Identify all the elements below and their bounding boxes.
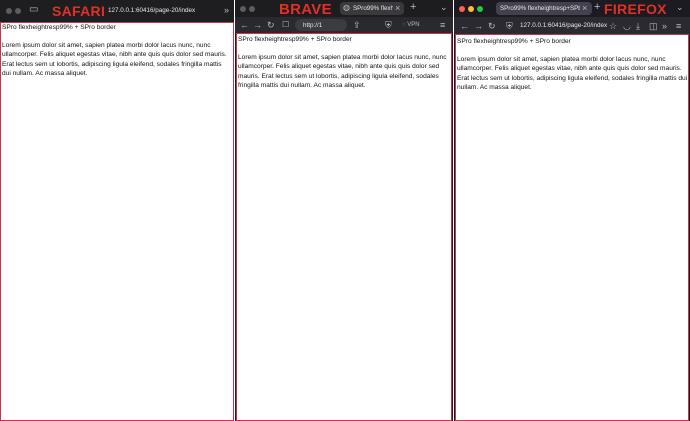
forward-icon[interactable]: → xyxy=(474,21,483,31)
tab-favicon-icon: ◍ xyxy=(343,3,350,12)
traffic-light-zoom[interactable] xyxy=(477,6,483,12)
traffic-light-close[interactable] xyxy=(459,6,465,12)
brave-tab-active[interactable]: ◍ SPro99% flexh × xyxy=(340,2,404,15)
tab-list-chevron-icon[interactable]: ⌄ xyxy=(676,2,684,12)
brave-toolbar: ← → ↻ ☐ http://1 ⇪ ⛨ ◌ VPN ≡ xyxy=(235,17,453,33)
page-paragraph: Lorem ipsum dolor sit amet, sapien plate… xyxy=(2,42,227,78)
brave-window: ◍ SPro99% flexh × + ⌄ BRAVE ← → ↻ ☐ http… xyxy=(235,0,453,421)
pocket-icon[interactable]: ◡ xyxy=(623,21,631,31)
traffic-light-close[interactable] xyxy=(6,8,12,14)
menu-icon[interactable]: ≡ xyxy=(440,20,445,30)
vpn-button[interactable]: ◌ VPN xyxy=(402,20,420,30)
reload-icon[interactable]: ↻ xyxy=(488,21,496,31)
firefox-viewport: SPro flexheightresp99% + SPro border Lor… xyxy=(455,34,689,421)
brave-tabbar: ◍ SPro99% flexh × + ⌄ xyxy=(235,0,453,17)
bookmark-icon[interactable]: ☐ xyxy=(282,20,289,30)
safari-window: ▭ SAFARI 127.0.0.1:60416/page-20/index »… xyxy=(0,0,234,421)
page-heading: SPro flexheightresp99% + SPro border xyxy=(238,36,352,43)
firefox-tabbar: SPro99% flexheightresp+SPborder × + FIRE… xyxy=(454,0,690,17)
downloads-icon[interactable]: ⤓ xyxy=(636,21,640,31)
extensions-icon[interactable]: ◫ xyxy=(649,21,658,31)
firefox-toolbar: ← → ↻ ⛨ 127.0.0.1:60416/page-20/index ☆ … xyxy=(454,17,690,34)
share-icon[interactable]: ⇪ xyxy=(353,20,361,30)
bookmark-star-icon[interactable]: ☆ xyxy=(609,21,617,31)
tab-list-chevron-icon[interactable]: ⌄ xyxy=(440,2,448,12)
safari-toolbar: ▭ SAFARI 127.0.0.1:60416/page-20/index » xyxy=(0,0,234,22)
brave-url-text: http://1 xyxy=(303,22,323,29)
page-heading: SPro flexheightresp99% + SPro border xyxy=(2,24,116,31)
tab-close-icon[interactable]: × xyxy=(582,3,587,13)
page-heading: SPro flexheightresp99% + SPro border xyxy=(457,38,571,45)
vpn-label: VPN xyxy=(407,22,420,28)
forward-icon[interactable]: → xyxy=(253,20,262,30)
overflow-chevron-icon[interactable]: » xyxy=(662,21,667,31)
traffic-light-minimize[interactable] xyxy=(468,6,474,12)
traffic-light-minimize[interactable] xyxy=(15,8,21,14)
traffic-light-minimize[interactable] xyxy=(249,6,255,12)
traffic-light-close[interactable] xyxy=(240,6,246,12)
brave-brand-label: BRAVE xyxy=(279,1,332,18)
page-paragraph: Lorem ipsum dolor sit amet, sapien plate… xyxy=(238,54,447,90)
tracking-shield-icon[interactable]: ⛨ xyxy=(506,21,513,31)
firefox-url-text: 127.0.0.1:60416/page-20/index xyxy=(520,22,608,29)
overflow-chevron-icon[interactable]: » xyxy=(224,5,229,15)
firefox-brand-label: FIREFOX xyxy=(604,1,667,17)
brave-viewport: SPro flexheightresp99% + SPro border Lor… xyxy=(236,33,452,421)
brave-shields-icon[interactable]: ⛨ xyxy=(385,20,392,30)
firefox-tab-title: SPro99% flexheightresp+SPborder xyxy=(500,5,580,12)
brave-tab-title: SPro99% flexh xyxy=(353,5,393,12)
safari-viewport: SPro flexheightresp99% + SPro border Lor… xyxy=(0,22,234,421)
firefox-window: SPro99% flexheightresp+SPborder × + FIRE… xyxy=(454,0,690,421)
back-icon[interactable]: ← xyxy=(460,21,469,31)
new-tab-icon[interactable]: + xyxy=(410,2,416,13)
reload-icon[interactable]: ↻ xyxy=(267,20,275,30)
brave-address-bar[interactable]: http://1 xyxy=(295,19,347,31)
sidebar-icon[interactable]: ▭ xyxy=(29,5,38,15)
new-tab-icon[interactable]: + xyxy=(594,2,600,13)
page-paragraph: Lorem ipsum dolor sit amet, sapien plate… xyxy=(457,56,688,92)
tab-close-icon[interactable]: × xyxy=(395,3,400,13)
menu-icon[interactable]: ≡ xyxy=(676,21,681,31)
safari-brand-label: SAFARI xyxy=(52,3,106,19)
safari-url-text[interactable]: 127.0.0.1:60416/page-20/index xyxy=(108,7,204,14)
firefox-address-bar[interactable]: 127.0.0.1:60416/page-20/index xyxy=(516,19,608,32)
firefox-tab-active[interactable]: SPro99% flexheightresp+SPborder × xyxy=(496,2,592,15)
back-icon[interactable]: ← xyxy=(240,20,249,30)
